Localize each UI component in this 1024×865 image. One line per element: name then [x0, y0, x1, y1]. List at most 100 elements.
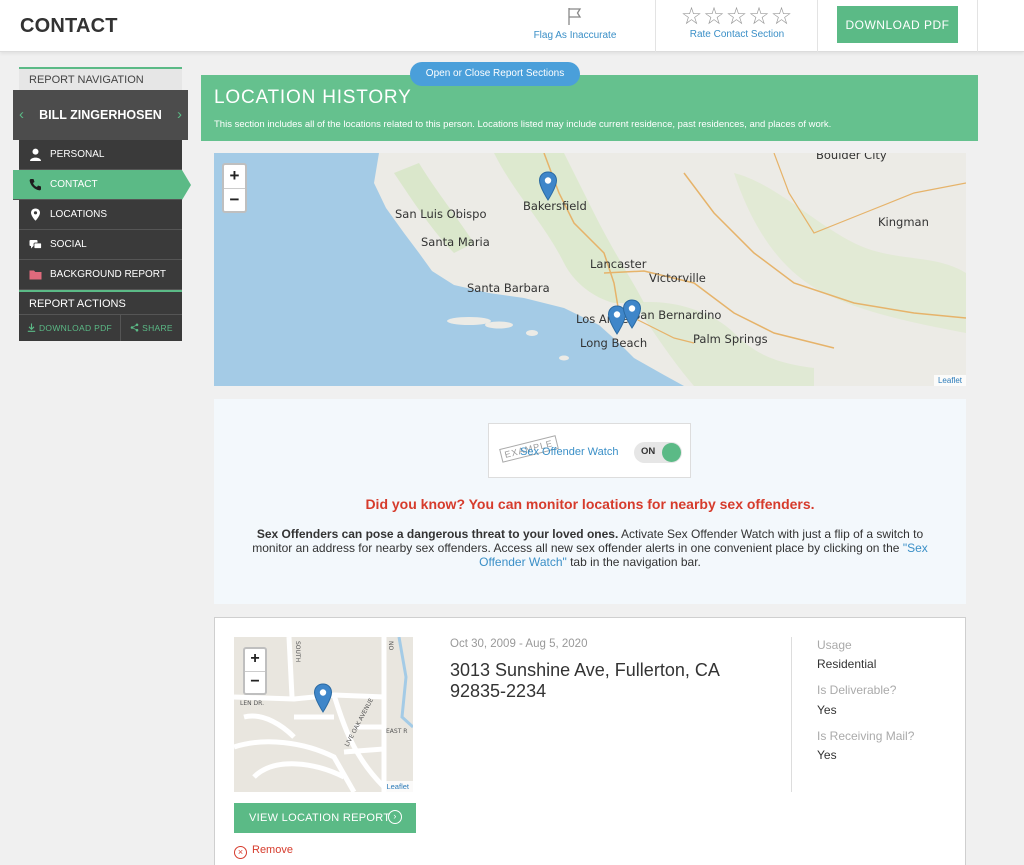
rate-section[interactable]: ☆☆☆☆☆ Rate Contact Section — [664, 0, 810, 52]
details-divider — [791, 637, 792, 792]
remove-location-button[interactable]: × Remove — [234, 844, 293, 859]
download-pdf-button[interactable]: DOWNLOAD PDF — [837, 6, 958, 43]
sidebar-item-label: BACKGROUND REPORT — [50, 269, 166, 280]
watch-toggle-switch[interactable]: ON — [634, 442, 682, 463]
report-navigation: REPORT NAVIGATION ‹ BILL ZINGERHOSEN › P… — [13, 67, 191, 341]
view-location-report-label: VIEW LOCATION REPORT — [249, 812, 391, 824]
location-map[interactable]: + − Boulder City Bakersfield San Luis Ob… — [214, 153, 966, 386]
chevron-left-icon[interactable]: ‹ — [19, 90, 24, 140]
flag-icon — [568, 8, 582, 25]
map-label: San Luis Obispo — [395, 207, 487, 221]
rating-stars[interactable]: ☆☆☆☆☆ — [664, 3, 810, 29]
sidebar-item-background-report[interactable]: BACKGROUND REPORT — [19, 260, 182, 290]
watch-body-tail: tab in the navigation bar. — [566, 555, 701, 569]
receiving-mail-label: Is Receiving Mail? — [817, 729, 915, 743]
close-circle-icon: × — [234, 846, 247, 859]
remove-label: Remove — [252, 844, 293, 856]
section-title: LOCATION HISTORY — [214, 87, 412, 108]
map-label: Kingman — [878, 215, 929, 229]
map-marker-icon[interactable] — [538, 171, 558, 201]
watch-label: Sex Offender Watch — [520, 446, 619, 458]
sidebar-share-link[interactable]: SHARE — [120, 315, 182, 341]
download-pdf-label: DOWNLOAD PDF — [38, 323, 113, 333]
page-title: CONTACT — [20, 15, 118, 37]
nav-heading: REPORT NAVIGATION — [19, 67, 182, 90]
map-label: Bakersfield — [523, 199, 587, 213]
map-attribution-link[interactable]: Leaflet — [933, 375, 966, 386]
mini-map-label: EAST R — [386, 728, 407, 735]
map-label: San Bernardino — [633, 308, 722, 322]
map-label: Boulder City — [816, 153, 887, 162]
deliverable-value: Yes — [817, 703, 837, 717]
top-header: CONTACT Flag As Inaccurate ☆☆☆☆☆ Rate Co… — [0, 0, 1024, 52]
sidebar-item-label: PERSONAL — [50, 149, 105, 160]
section-description: This section includes all of the locatio… — [214, 119, 832, 130]
map-label: Lancaster — [590, 257, 647, 271]
map-marker-icon[interactable] — [622, 299, 642, 329]
address: 3013 Sunshine Ave, Fullerton, CA 92835-2… — [450, 660, 719, 701]
map-zoom-controls: + − — [222, 163, 247, 213]
header-divider — [655, 0, 656, 52]
share-icon — [130, 323, 139, 332]
view-location-report-button[interactable]: VIEW LOCATION REPORT › — [234, 803, 416, 833]
sidebar-download-pdf-link[interactable]: DOWNLOAD PDF — [19, 315, 120, 341]
rate-section-label: Rate Contact Section — [689, 29, 785, 40]
location-history-header: LOCATION HISTORY This section includes a… — [201, 75, 978, 141]
map-marker-icon[interactable] — [313, 683, 333, 713]
zoom-in-button[interactable]: + — [224, 165, 245, 188]
chevron-right-icon[interactable]: › — [177, 90, 182, 140]
folder-icon — [29, 270, 42, 280]
map-label: Victorville — [649, 271, 706, 285]
sidebar-item-contact[interactable]: CONTACT — [13, 170, 191, 200]
map-attribution-link[interactable]: Leaflet — [382, 781, 413, 792]
download-icon — [27, 323, 36, 332]
sex-offender-watch-panel: EXAMPLE Sex Offender Watch ON Did you kn… — [214, 399, 966, 604]
toggle-sections-button[interactable]: Open or Close Report Sections — [410, 62, 580, 86]
map-label: Palm Springs — [693, 332, 768, 346]
person-name: BILL ZINGERHOSEN — [39, 108, 162, 122]
sidebar-item-label: SOCIAL — [50, 239, 87, 250]
watch-body: Sex Offenders can pose a dangerous threa… — [240, 527, 940, 569]
usage-label: Usage — [817, 638, 852, 652]
map-label: Santa Barbara — [467, 281, 550, 295]
mini-map-label: NO — [387, 641, 394, 650]
location-card: LEN DR. LIVE OAK AVENUE EAST R SOUTH NO … — [214, 617, 966, 865]
header-divider — [977, 0, 978, 52]
usage-value: Residential — [817, 657, 877, 671]
flag-inaccurate-label: Flag As Inaccurate — [533, 30, 617, 41]
mini-map-label: LIVE OAK AVENUE — [344, 697, 376, 748]
receiving-mail-value: Yes — [817, 748, 837, 762]
report-actions: DOWNLOAD PDF SHARE — [19, 314, 182, 341]
watch-toggle-card: EXAMPLE Sex Offender Watch ON — [488, 423, 691, 478]
map-label: Long Beach — [580, 336, 648, 350]
watch-body-bold: Sex Offenders can pose a dangerous threa… — [256, 527, 619, 541]
location-mini-map[interactable]: LEN DR. LIVE OAK AVENUE EAST R SOUTH NO … — [234, 637, 413, 792]
zoom-out-button[interactable]: − — [224, 188, 245, 211]
share-label: SHARE — [142, 323, 173, 333]
chat-bubbles-icon — [29, 240, 42, 249]
sidebar-item-personal[interactable]: PERSONAL — [19, 140, 182, 170]
sidebar-item-locations[interactable]: LOCATIONS — [19, 200, 182, 230]
date-range: Oct 30, 2009 - Aug 5, 2020 — [450, 638, 588, 650]
report-actions-heading: REPORT ACTIONS — [19, 290, 182, 314]
person-icon — [30, 148, 41, 161]
header-divider — [817, 0, 818, 52]
zoom-in-button[interactable]: + — [245, 649, 265, 671]
mini-map-zoom-controls: + − — [243, 647, 267, 695]
flag-inaccurate-button[interactable]: Flag As Inaccurate — [520, 0, 630, 52]
sidebar-item-label: LOCATIONS — [50, 209, 108, 220]
person-switcher: ‹ BILL ZINGERHOSEN › — [13, 90, 188, 140]
deliverable-label: Is Deliverable? — [817, 683, 897, 697]
sidebar-item-social[interactable]: SOCIAL — [19, 230, 182, 260]
map-label: Santa Maria — [421, 235, 490, 249]
phone-icon — [29, 179, 41, 191]
watch-headline: Did you know? You can monitor locations … — [365, 496, 815, 512]
mini-map-label: LEN DR. — [240, 700, 264, 707]
zoom-out-button[interactable]: − — [245, 671, 265, 693]
toggle-knob — [662, 443, 681, 462]
toggle-state: ON — [641, 446, 656, 457]
arrow-right-circle-icon: › — [388, 810, 402, 824]
sidebar-item-label: CONTACT — [50, 179, 98, 190]
map-pin-icon — [31, 208, 40, 221]
mini-map-label: SOUTH — [294, 641, 301, 662]
